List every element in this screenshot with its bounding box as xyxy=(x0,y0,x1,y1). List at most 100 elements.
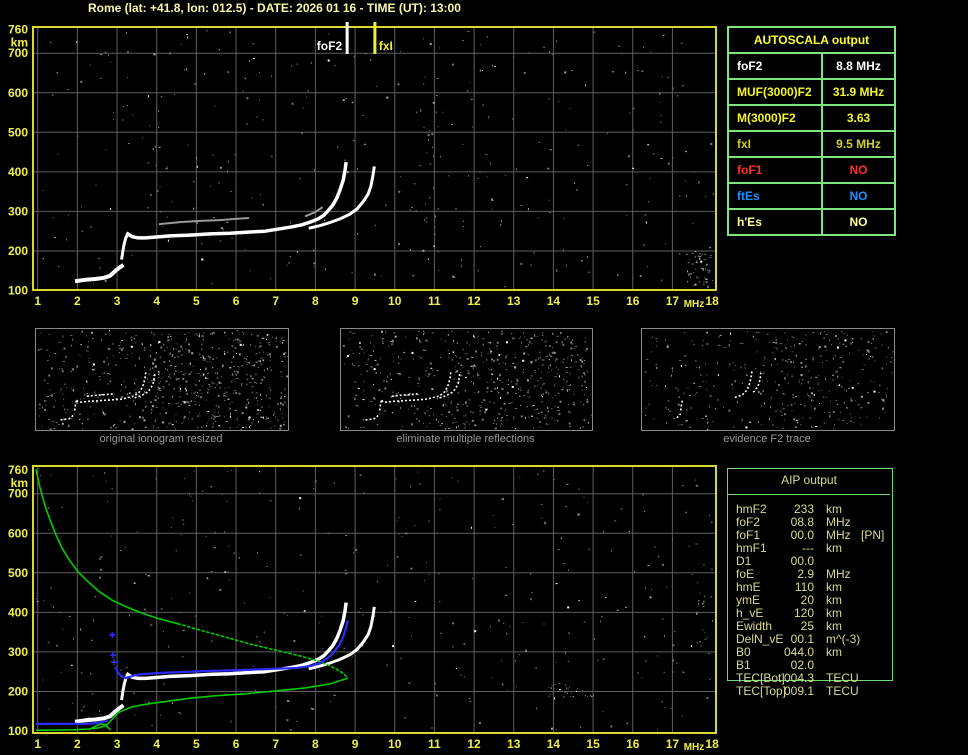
svg-text:18: 18 xyxy=(705,294,719,308)
svg-text:17: 17 xyxy=(666,294,680,308)
svg-text:760: 760 xyxy=(8,22,28,36)
svg-text:300: 300 xyxy=(8,204,28,218)
aip-param-value: 009.1 xyxy=(783,684,814,698)
aip-row-TEC[Top]: TEC[Top] 009.1 TECU xyxy=(727,685,907,698)
svg-text:17: 17 xyxy=(666,737,680,751)
svg-text:500: 500 xyxy=(8,125,28,139)
marker-label-fxI: fxI xyxy=(379,39,393,53)
svg-text:7: 7 xyxy=(272,294,279,308)
autoscala-param-label: h'Es xyxy=(737,215,762,229)
svg-text:13: 13 xyxy=(507,294,521,308)
aip-row-hmF1: hmF1 --- km xyxy=(727,542,907,555)
autoscala-param-value: 9.5 MHz xyxy=(821,132,894,156)
svg-text:km: km xyxy=(11,476,28,490)
svg-text:11: 11 xyxy=(428,737,441,751)
svg-text:1: 1 xyxy=(34,737,41,751)
thumb-trace-E-F-retardation xyxy=(378,400,383,411)
aip-row-B0: B0 044.0 km xyxy=(727,646,907,659)
svg-text:100: 100 xyxy=(8,284,28,298)
svg-text:MHz: MHz xyxy=(684,742,705,753)
ionogram-plot: foF2 fxI760700600500400300200100km1 2 3 4 5 6 7… xyxy=(8,22,719,310)
svg-text:4: 4 xyxy=(153,737,160,751)
ionogram-E-F-retardation xyxy=(120,231,130,260)
svg-text:11: 11 xyxy=(428,294,441,308)
svg-text:400: 400 xyxy=(8,605,28,619)
svg-text:3: 3 xyxy=(114,294,121,308)
svg-text:600: 600 xyxy=(8,86,28,100)
thumbnail-caption: evidence F2 trace xyxy=(723,433,811,445)
aip-row-DelN_vE: DelN_vE 00.1 m^(-3) xyxy=(727,633,907,646)
thumbnail-original-ionogram xyxy=(35,328,289,431)
svg-text:9: 9 xyxy=(352,737,359,751)
svg-text:600: 600 xyxy=(8,526,28,540)
autoscala-row-fxI: fxI 9.5 MHz xyxy=(729,130,894,156)
autoscala-row-MUF(3000)F2: MUF(3000)F2 31.9 MHz xyxy=(729,78,894,104)
svg-text:16: 16 xyxy=(626,737,640,751)
thumb-trace-F2-O-trace xyxy=(734,371,753,399)
svg-text:9: 9 xyxy=(352,294,359,308)
autoscala-row-foF2: foF2 8.8 MHz xyxy=(729,52,894,78)
autoscala-param-label: foF2 xyxy=(737,59,763,73)
autoscala-param-label: fxI xyxy=(737,137,752,151)
thumbnail-f2-trace xyxy=(641,328,895,431)
svg-text:1: 1 xyxy=(34,294,41,308)
autoscala-row-ftEs: ftEs NO xyxy=(729,182,894,208)
thumb-trace-E-F-retardation xyxy=(73,400,78,411)
thumb-trace-E-trace xyxy=(676,413,682,419)
svg-text:5: 5 xyxy=(193,737,200,751)
profile-plot: 760700600500400300200100km1 2 3 4 5 6 7 8 9 10 11 1… xyxy=(8,463,719,753)
svg-text:6: 6 xyxy=(233,737,240,751)
svg-text:10: 10 xyxy=(388,737,402,751)
autoscala-param-value: NO xyxy=(821,184,894,208)
thumb-trace-E-trace xyxy=(365,413,381,421)
autoscala-param-value: 8.8 MHz xyxy=(821,54,894,78)
thumbnail-caption: original ionogram resized xyxy=(99,433,223,445)
svg-text:6: 6 xyxy=(233,294,240,308)
thumb-trace-multiple-echo xyxy=(86,393,115,398)
svg-text:200: 200 xyxy=(8,684,28,698)
svg-text:2: 2 xyxy=(74,737,81,751)
svg-text:16: 16 xyxy=(626,294,640,308)
svg-text:MHz: MHz xyxy=(684,299,705,310)
autoscala-param-value: NO xyxy=(821,158,894,182)
svg-text:500: 500 xyxy=(8,566,28,580)
thumbnail-reflections-canvas xyxy=(342,330,592,430)
thumb-trace-E-trace xyxy=(60,413,76,421)
autoscala-param-label: MUF(3000)F2 xyxy=(737,85,812,99)
thumbnail-f2-canvas xyxy=(644,330,894,430)
svg-text:3: 3 xyxy=(114,737,121,751)
autoscala-param-label: M(3000)F2 xyxy=(737,111,796,125)
aip-row-D1: D1 00.0 xyxy=(727,555,907,568)
svg-text:15: 15 xyxy=(586,294,600,308)
aip-param-unit: km xyxy=(826,541,842,555)
aip-param-unit: TECU xyxy=(826,684,859,698)
thumb-trace-F2-X-trace xyxy=(752,372,762,393)
thumbnail-caption: eliminate multiple reflections xyxy=(396,433,535,445)
page-title: Rome (lat: +41.8, lon: 012.5) - DATE: 20… xyxy=(88,1,461,15)
svg-text:100: 100 xyxy=(8,724,28,738)
aip-table-header: AIP output xyxy=(781,473,837,487)
svg-text:12: 12 xyxy=(467,737,481,751)
thumbnail-original-canvas xyxy=(38,330,289,431)
svg-text:12: 12 xyxy=(467,294,481,308)
svg-text:300: 300 xyxy=(8,645,28,659)
svg-text:400: 400 xyxy=(8,165,28,179)
svg-text:7: 7 xyxy=(272,737,279,751)
svg-text:5: 5 xyxy=(193,294,200,308)
svg-text:4: 4 xyxy=(153,294,160,308)
autoscala-param-value: 3.63 xyxy=(821,106,894,130)
svg-text:8: 8 xyxy=(312,294,319,308)
svg-text:18: 18 xyxy=(705,737,719,751)
autoscala-row-M(3000)F2: M(3000)F2 3.63 xyxy=(729,104,894,130)
svg-text:15: 15 xyxy=(586,737,600,751)
svg-text:14: 14 xyxy=(547,737,561,751)
ionogram-multiple-echo xyxy=(158,217,250,226)
thumb-trace-E-F-retardation xyxy=(679,400,684,411)
svg-text:10: 10 xyxy=(388,294,402,308)
svg-text:8: 8 xyxy=(312,737,319,751)
autoscala-table-header: AUTOSCALA output xyxy=(753,33,870,47)
svg-text:760: 760 xyxy=(8,463,28,477)
autoscala-param-label: ftEs xyxy=(737,189,760,203)
marker-label-foF2: foF2 xyxy=(317,39,343,53)
aip-header-separator xyxy=(728,494,890,495)
